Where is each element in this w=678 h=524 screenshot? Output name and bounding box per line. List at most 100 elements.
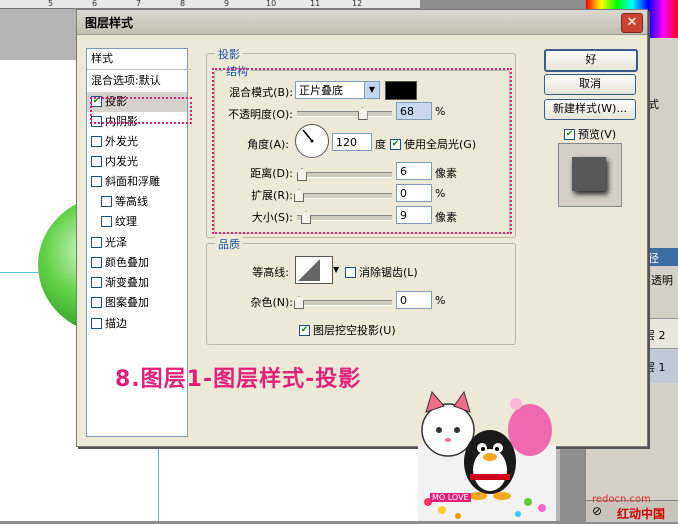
knockout-checkbox[interactable]: ✔ 图层挖空投影(U): [299, 322, 396, 338]
distance-unit: 像素: [435, 167, 457, 180]
style-item-texture[interactable]: 纹理: [87, 212, 197, 232]
style-item-pattern-overlay[interactable]: 图案叠加: [87, 293, 187, 313]
opacity-unit: %: [435, 105, 446, 118]
group-title: 品质: [215, 236, 243, 252]
noise-input[interactable]: 0: [396, 291, 432, 309]
checkbox-icon[interactable]: [91, 256, 102, 268]
checkbox-icon[interactable]: [91, 175, 102, 187]
decorative-sticker: MO LOVE: [418, 390, 556, 521]
ruler-tick: 6: [92, 0, 98, 8]
selection-highlight-annotation: [90, 97, 192, 124]
watermark-url: redocn.com: [592, 494, 651, 505]
checkbox-icon[interactable]: [91, 276, 102, 288]
group-title: 投影: [215, 46, 243, 62]
new-style-button[interactable]: 新建样式(W)...: [544, 99, 636, 120]
contour-curve-icon: [298, 259, 320, 281]
style-item-stroke[interactable]: 描边: [87, 314, 187, 334]
opacity-label: 不透明度(O):: [228, 108, 293, 121]
opacity-input[interactable]: 68: [396, 102, 432, 120]
angle-label: 角度(A):: [247, 138, 289, 151]
style-item-label: 图案叠加: [105, 296, 149, 309]
panel-row-label: 式: [648, 98, 659, 111]
shadow-color-swatch[interactable]: [385, 81, 417, 100]
blend-mode-label: 混合模式(B):: [229, 86, 293, 99]
style-item-satin[interactable]: 光泽: [87, 233, 187, 253]
color-fill: [386, 82, 416, 99]
ok-button[interactable]: 好: [544, 49, 638, 72]
noise-unit: %: [435, 294, 446, 307]
dialog-titlebar[interactable]: 图层样式 ✕: [77, 10, 647, 35]
cancel-button[interactable]: 取消: [544, 74, 636, 95]
checkbox-icon[interactable]: [91, 155, 102, 167]
style-item-label: 颜色叠加: [105, 256, 149, 269]
style-item-gradient-overlay[interactable]: 渐变叠加: [87, 273, 187, 293]
ruler-tick: 12: [352, 0, 363, 8]
style-item-label: 内发光: [105, 155, 138, 168]
chevron-down-icon[interactable]: ▼: [333, 265, 339, 274]
checkbox-checked-icon[interactable]: ✔: [390, 138, 401, 150]
checkbox-checked-icon[interactable]: ✔: [564, 128, 575, 140]
angle-needle-icon: [302, 129, 314, 143]
noise-label: 杂色(N):: [250, 296, 293, 309]
close-icon: ✕: [626, 15, 638, 30]
blend-options-item[interactable]: 混合选项:默认: [87, 71, 191, 91]
size-input[interactable]: 9: [396, 206, 432, 224]
opacity-slider[interactable]: [297, 107, 392, 120]
style-item-color-overlay[interactable]: 颜色叠加: [87, 253, 187, 273]
noise-slider[interactable]: [294, 296, 392, 309]
checkbox-icon[interactable]: [91, 317, 102, 329]
checkbox-icon[interactable]: [91, 135, 102, 147]
watermark-brand: 红动中国: [617, 507, 666, 521]
style-item-label: 斜面和浮雕: [105, 175, 160, 188]
checkbox-checked-icon[interactable]: ✔: [299, 324, 310, 336]
style-item-label: 纹理: [115, 215, 137, 228]
ruler-tick: 7: [136, 0, 142, 8]
antialias-label: 消除锯齿(L): [359, 266, 418, 279]
sticker-text: MO LOVE: [430, 493, 471, 502]
style-item-bevel-emboss[interactable]: 斜面和浮雕: [87, 172, 187, 192]
ruler-tick: 11: [310, 0, 321, 8]
checkbox-icon[interactable]: [91, 236, 102, 248]
style-item-label: 描边: [105, 317, 127, 330]
style-item-inner-glow[interactable]: 内发光: [87, 152, 187, 172]
ruler-tick: 10: [266, 0, 277, 8]
style-preview: [558, 143, 622, 207]
size-unit: 像素: [435, 211, 457, 224]
size-label: 大小(S):: [251, 211, 293, 224]
spread-label: 扩展(R):: [251, 189, 293, 202]
checkbox-icon[interactable]: [345, 266, 356, 278]
distance-input[interactable]: 6: [396, 162, 432, 180]
angle-input[interactable]: 120: [332, 133, 372, 151]
style-item-outer-glow[interactable]: 外发光: [87, 132, 187, 152]
checkbox-icon[interactable]: [101, 215, 112, 227]
ruler-tick: 8: [180, 0, 186, 8]
ruler: 5 6 7 8 9 10 11 12: [0, 0, 420, 9]
blend-mode-select[interactable]: 正片叠底 ▼: [295, 81, 380, 99]
contour-label: 等高线:: [252, 266, 289, 279]
style-list-header[interactable]: 样式: [87, 49, 191, 70]
blend-mode-value: 正片叠底: [299, 84, 343, 97]
global-light-checkbox[interactable]: ✔ 使用全局光(G): [390, 136, 476, 152]
style-item-label: 渐变叠加: [105, 276, 149, 289]
style-item-label: 光泽: [105, 236, 127, 249]
size-slider[interactable]: [297, 211, 392, 224]
contour-picker[interactable]: [295, 256, 333, 284]
layers-tab[interactable]: 径: [648, 250, 659, 266]
angle-dial[interactable]: [295, 124, 329, 158]
tutorial-caption: 8.图层1-图层样式-投影: [115, 367, 362, 392]
close-button[interactable]: ✕: [621, 13, 643, 33]
checkbox-icon[interactable]: [91, 296, 102, 308]
antialias-checkbox[interactable]: 消除锯齿(L): [345, 264, 418, 280]
angle-unit: 度: [375, 138, 386, 151]
spread-input[interactable]: 0: [396, 184, 432, 202]
circle-icon[interactable]: ⊘: [592, 504, 602, 518]
checkbox-icon[interactable]: [101, 195, 112, 207]
preview-checkbox[interactable]: ✔ 预览(V): [564, 126, 616, 142]
dialog-title: 图层样式: [85, 16, 134, 30]
distance-slider[interactable]: [297, 168, 392, 181]
style-item-contour[interactable]: 等高线: [87, 192, 197, 212]
chevron-down-icon: ▼: [364, 82, 379, 98]
spread-slider[interactable]: [294, 189, 392, 202]
preview-label: 预览(V): [578, 128, 617, 141]
ruler-tick: 5: [48, 0, 54, 8]
